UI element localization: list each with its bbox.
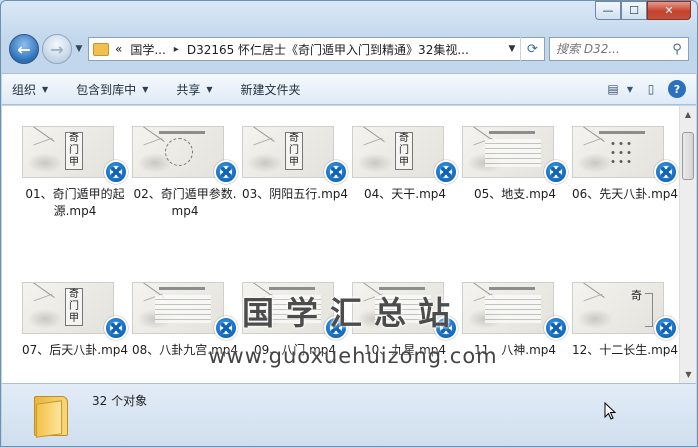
new-folder-button[interactable]: 新建文件夹 — [241, 81, 301, 98]
close-button[interactable]: ✕ — [647, 1, 691, 20]
search-icon[interactable]: ⚲ — [666, 42, 688, 57]
file-item[interactable]: 奇 门 甲 04、天干.mp4 — [350, 126, 460, 203]
file-item[interactable]: 奇 门 甲 07、后天八卦.mp4 — [20, 282, 130, 359]
back-button[interactable]: ← — [9, 34, 39, 64]
file-name[interactable]: 03、阴阳五行.mp4 — [240, 186, 350, 203]
media-player-icon — [214, 160, 238, 184]
video-thumbnail[interactable] — [572, 126, 664, 178]
folder-icon — [93, 42, 109, 56]
file-item[interactable]: 06、先天八卦.mp4 — [570, 126, 680, 203]
chevron-down-icon: ▼ — [206, 84, 213, 94]
file-name[interactable]: 12、十二长生.mp4 — [570, 342, 680, 359]
caption-buttons: — ☐ ✕ — [595, 1, 691, 20]
video-thumbnail[interactable]: 奇 门 甲 — [242, 126, 334, 178]
details-pane: 32 个对象 — [2, 383, 696, 446]
media-player-icon — [104, 316, 128, 340]
video-thumbnail[interactable] — [132, 282, 224, 334]
file-item[interactable]: 奇 门 甲 03、阴阳五行.mp4 — [240, 126, 350, 203]
organize-label: 组织 — [12, 82, 37, 97]
video-thumbnail[interactable] — [462, 126, 554, 178]
refresh-button[interactable]: ⟳ — [520, 37, 544, 61]
video-thumbnail[interactable]: 奇 — [572, 282, 664, 334]
change-view-icon[interactable]: ▤ — [602, 79, 624, 99]
address-bar[interactable]: « 国学... ▸ D32165 怀仁居士《奇门遁甲入门到精通》32集视... … — [88, 37, 545, 61]
explorer-window: — ☐ ✕ ← → ▼ « 国学... ▸ D32165 怀仁居士《奇门遁甲入门… — [0, 0, 698, 447]
minimize-button[interactable]: — — [595, 1, 621, 20]
view-dropdown-icon[interactable]: ▼ — [624, 79, 636, 99]
share-menu[interactable]: 共享 ▼ — [176, 81, 212, 98]
recent-pages-dropdown[interactable]: ▼ — [72, 44, 86, 54]
organize-menu[interactable]: 组织 ▼ — [12, 81, 48, 98]
file-name[interactable]: 07、后天八卦.mp4 — [20, 342, 130, 359]
scroll-up-arrow-icon[interactable]: ▲ — [680, 106, 696, 123]
thumbnail-title: 奇 — [631, 289, 642, 302]
chevron-down-icon: ▼ — [42, 84, 49, 94]
media-player-icon — [434, 160, 458, 184]
file-item[interactable]: 02、奇门遁甲参数.mp4 — [130, 126, 240, 220]
mouse-pointer-icon — [604, 402, 616, 420]
include-in-library-label: 包含到库中 — [76, 82, 137, 97]
thumbnail-title: 奇 门 甲 — [65, 132, 83, 170]
search-input[interactable] — [556, 42, 666, 56]
search-box[interactable]: ⚲ — [549, 37, 689, 61]
breadcrumb-current[interactable]: D32165 怀仁居士《奇门遁甲入门到精通》32集视... — [187, 41, 504, 58]
forward-button[interactable]: → — [42, 34, 72, 64]
media-player-icon — [104, 160, 128, 184]
media-player-icon — [544, 160, 568, 184]
thumbnail-title: 奇 门 甲 — [395, 132, 413, 170]
watermark-url: www.guoxuehuizong.com — [208, 344, 498, 368]
file-list-pane: 奇 门 甲 01、奇门遁甲的起源.mp4 02、奇门遁甲参数.mp4 奇 门 甲 03、… — [2, 106, 696, 383]
command-bar: 组织 ▼ 包含到库中 ▼ 共享 ▼ 新建文件夹 ▤ ▼ ▯ ? — [2, 73, 696, 105]
address-dropdown-icon[interactable]: ▼ — [504, 44, 520, 54]
maximize-button[interactable]: ☐ — [621, 1, 647, 20]
new-folder-label: 新建文件夹 — [240, 82, 301, 97]
media-player-icon — [544, 316, 568, 340]
file-item[interactable]: 奇 12、十二长生.mp4 — [570, 282, 680, 359]
thumbnail-title: 奇 门 甲 — [65, 288, 83, 326]
scroll-down-arrow-icon[interactable]: ▼ — [680, 366, 696, 383]
video-thumbnail[interactable]: 奇 门 甲 — [352, 126, 444, 178]
watermark-title: 国学汇总站 — [241, 294, 462, 332]
file-item[interactable]: 05、地支.mp4 — [460, 126, 570, 203]
include-in-library-menu[interactable]: 包含到库中 ▼ — [76, 81, 148, 98]
file-name[interactable]: 04、天干.mp4 — [350, 186, 460, 203]
vertical-scrollbar[interactable]: ▲ ▼ — [679, 106, 696, 383]
file-name[interactable]: 06、先天八卦.mp4 — [570, 186, 680, 203]
video-thumbnail[interactable]: 奇 门 甲 — [22, 126, 114, 178]
folder-icon — [34, 392, 68, 438]
video-thumbnail[interactable] — [132, 126, 224, 178]
media-player-icon — [654, 316, 678, 340]
share-label: 共享 — [176, 82, 201, 97]
file-name[interactable]: 02、奇门遁甲参数.mp4 — [130, 186, 240, 220]
view-controls: ▤ ▼ ▯ ? — [598, 79, 696, 99]
breadcrumb-root[interactable]: 国学... — [130, 41, 165, 58]
item-count: 32 个对象 — [92, 394, 148, 408]
preview-pane-icon[interactable]: ▯ — [640, 79, 662, 99]
file-name[interactable]: 05、地支.mp4 — [460, 186, 570, 203]
breadcrumb-separator[interactable]: ▸ — [174, 44, 179, 55]
help-icon[interactable]: ? — [668, 80, 686, 98]
scroll-thumb[interactable] — [682, 132, 694, 180]
media-player-icon — [654, 160, 678, 184]
chevron-down-icon: ▼ — [142, 84, 149, 94]
file-name[interactable]: 01、奇门遁甲的起源.mp4 — [20, 186, 130, 220]
media-player-icon — [324, 160, 348, 184]
file-item[interactable]: 奇 门 甲 01、奇门遁甲的起源.mp4 — [20, 126, 130, 220]
thumbnail-title: 奇 门 甲 — [285, 132, 303, 170]
video-thumbnail[interactable]: 奇 门 甲 — [22, 282, 114, 334]
navigation-bar: ← → ▼ « 国学... ▸ D32165 怀仁居士《奇门遁甲入门到精通》32… — [9, 34, 689, 64]
breadcrumb-overflow[interactable]: « — [115, 42, 122, 56]
